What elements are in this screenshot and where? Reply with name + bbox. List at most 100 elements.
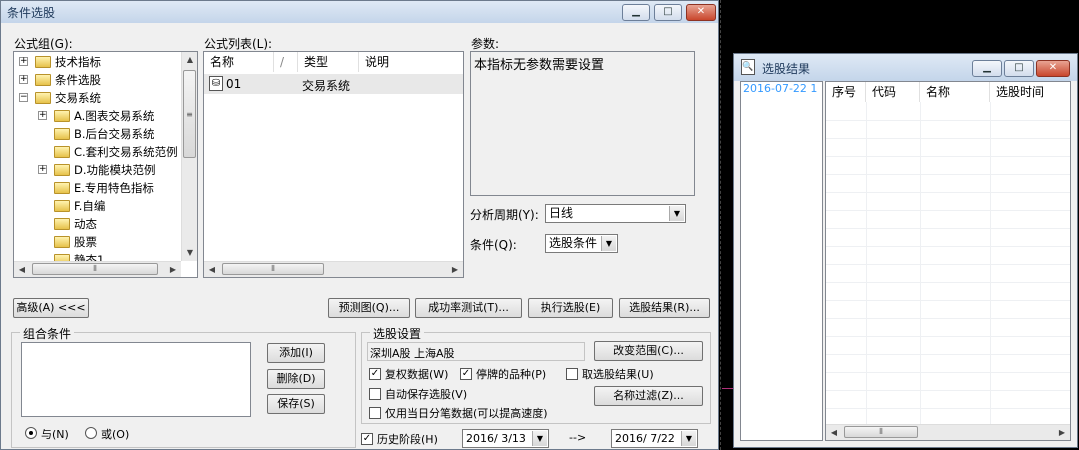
expand-icon[interactable]: + [38, 111, 47, 120]
condition-select[interactable]: 选股条件 ▼ [545, 234, 618, 253]
start-date-picker[interactable]: 2016/ 3/13 ▼ [462, 429, 549, 448]
scroll-thumb[interactable]: ≡ [183, 70, 196, 158]
name-filter-button[interactable]: 名称过滤(Z)... [594, 386, 703, 406]
tree-item[interactable]: F.自编 [14, 197, 179, 215]
column-header-name[interactable]: 名称 [920, 82, 990, 102]
column-header-type[interactable]: 类型 [298, 52, 359, 72]
chevron-down-icon[interactable]: ▼ [669, 206, 684, 221]
chevron-down-icon[interactable]: ▼ [601, 236, 616, 251]
results-window-title: 选股结果 [762, 62, 811, 76]
tree-item[interactable]: 动态 [14, 215, 179, 233]
expand-icon[interactable]: + [19, 75, 28, 84]
formula-list[interactable]: 名称 / 类型 说明 ⛁ 01 交易系统 ◀ ⦀ ▶ [203, 51, 464, 278]
tree-item-label: A.图表交易系统 [74, 109, 155, 123]
minimize-button[interactable]: ▁ [622, 4, 650, 21]
params-text: 本指标无参数需要设置 [474, 58, 605, 73]
title-bar[interactable]: 条件选股 ▁ □ ✕ [1, 1, 718, 23]
results-title-bar[interactable]: 🔍 选股结果 ▁ □ ✕ [734, 54, 1077, 81]
tree-item[interactable]: + 条件选股 [14, 71, 179, 89]
grid-line [826, 156, 1070, 157]
suspended-label: 停牌的品种(P) [476, 368, 547, 381]
grid-line [826, 138, 1070, 139]
tree-vertical-scrollbar[interactable]: ▲ ≡ ▼ [181, 52, 197, 261]
scroll-thumb[interactable]: ⦀ [32, 263, 158, 275]
history-label: 历史阶段(H) [377, 433, 438, 446]
formula-group-tree[interactable]: + 技术指标 + 条件选股 − 交易系统 + A.图表交易系统 B.后台交易系统 C.套利交易系统… [13, 51, 198, 278]
end-date-picker[interactable]: 2016/ 7/22 ▼ [611, 429, 698, 448]
column-header-name[interactable]: 名称 [204, 52, 274, 72]
scroll-right-arrow-icon[interactable]: ▶ [1054, 425, 1070, 440]
maximize-button[interactable]: □ [654, 4, 682, 21]
column-header-time[interactable]: 选股时间 [990, 82, 1070, 102]
end-date-value: 2016/ 7/22 [615, 432, 675, 445]
scroll-up-arrow-icon[interactable]: ▲ [182, 52, 197, 68]
tree-item[interactable]: + D.功能模块范例 [14, 161, 179, 179]
or-radio[interactable] [85, 427, 97, 439]
results-close-button[interactable]: ✕ [1036, 60, 1070, 77]
scroll-down-arrow-icon[interactable]: ▼ [182, 245, 197, 261]
scroll-left-arrow-icon[interactable]: ◀ [204, 262, 220, 277]
results-horizontal-scrollbar[interactable]: ◀ ⦀ ▶ [826, 424, 1070, 440]
period-select[interactable]: 日线 ▼ [545, 204, 686, 223]
tree-item[interactable]: − 交易系统 [14, 89, 179, 107]
save-button[interactable]: 保存(S) [267, 394, 325, 414]
add-button[interactable]: 添加(I) [267, 343, 325, 363]
column-header-desc[interactable]: 说明 [359, 52, 463, 72]
chevron-down-icon[interactable]: ▼ [681, 431, 696, 446]
collapse-icon[interactable]: − [19, 93, 28, 102]
list-item[interactable]: ⛁ 01 交易系统 [204, 74, 463, 94]
grid-line [826, 372, 1070, 373]
column-header-index[interactable]: 序号 [826, 82, 866, 102]
change-range-button[interactable]: 改变范围(C)... [594, 341, 703, 361]
tree-item-label: C.套利交易系统范例 [74, 145, 178, 159]
scroll-right-arrow-icon[interactable]: ▶ [447, 262, 463, 277]
background-divider [720, 0, 721, 450]
combo-textarea[interactable] [21, 342, 251, 417]
results-button[interactable]: 选股结果(R)... [619, 298, 710, 318]
preview-button[interactable]: 预测图(Q)... [328, 298, 410, 318]
take-result-checkbox[interactable] [566, 368, 578, 380]
tree-item[interactable]: + 技术指标 [14, 53, 179, 71]
tree-item-label: 条件选股 [55, 73, 101, 87]
scroll-left-arrow-icon[interactable]: ◀ [826, 425, 842, 440]
adjusted-checkbox[interactable]: ✓ [369, 368, 381, 380]
chevron-down-icon[interactable]: ▼ [532, 431, 547, 446]
condition-label: 条件(Q): [470, 238, 517, 252]
suspended-checkbox[interactable]: ✓ [460, 368, 472, 380]
history-checkbox[interactable]: ✓ [361, 433, 373, 445]
grid-line [826, 408, 1070, 409]
tree-horizontal-scrollbar[interactable]: ◀ ⦀ ▶ [14, 261, 181, 277]
grid-line [826, 336, 1070, 337]
success-test-button[interactable]: 成功率测试(T)... [415, 298, 522, 318]
scroll-thumb[interactable]: ⦀ [222, 263, 324, 275]
date-list-item[interactable]: 2016-07-22 1 [743, 82, 817, 95]
scroll-thumb[interactable]: ⦀ [844, 426, 918, 438]
close-button[interactable]: ✕ [686, 4, 716, 21]
and-label: 与(N) [41, 428, 69, 441]
tree-item[interactable]: 股票 [14, 233, 179, 251]
column-header-sort[interactable]: / [274, 52, 298, 72]
list-horizontal-scrollbar[interactable]: ◀ ⦀ ▶ [204, 261, 463, 277]
tree-item[interactable]: C.套利交易系统范例 [14, 143, 179, 161]
tree-item[interactable]: B.后台交易系统 [14, 125, 179, 143]
results-minimize-button[interactable]: ▁ [972, 60, 1002, 77]
today-only-checkbox[interactable] [369, 407, 381, 419]
tree-item-label: F.自编 [74, 199, 106, 213]
column-header-code[interactable]: 代码 [866, 82, 920, 102]
scroll-right-arrow-icon[interactable]: ▶ [165, 262, 181, 277]
expand-icon[interactable]: + [38, 165, 47, 174]
scroll-left-arrow-icon[interactable]: ◀ [14, 262, 30, 277]
adjusted-label: 复权数据(W) [385, 368, 449, 381]
results-table[interactable]: 序号 代码 名称 选股时间 ◀ ⦀ ▶ [825, 81, 1071, 441]
advanced-button[interactable]: 高级(A) <<< [13, 298, 89, 318]
grid-line [826, 390, 1070, 391]
tree-item[interactable]: + A.图表交易系统 [14, 107, 179, 125]
execute-button[interactable]: 执行选股(E) [528, 298, 613, 318]
autosave-checkbox[interactable] [369, 388, 381, 400]
tree-item[interactable]: E.专用特色指标 [14, 179, 179, 197]
and-radio[interactable] [25, 427, 37, 439]
results-maximize-button[interactable]: □ [1004, 60, 1034, 77]
expand-icon[interactable]: + [19, 57, 28, 66]
date-list[interactable]: 2016-07-22 1 [740, 81, 823, 441]
delete-button[interactable]: 删除(D) [267, 369, 325, 389]
